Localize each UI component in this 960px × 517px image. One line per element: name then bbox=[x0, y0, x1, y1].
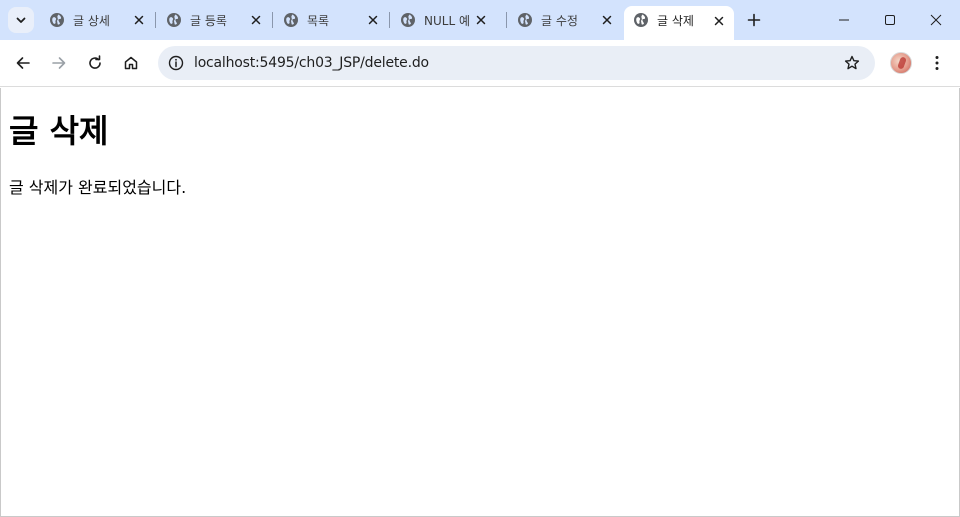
tab-separator bbox=[272, 12, 273, 28]
tab-strip: 글 상세 글 등록 목록 NULL 예 글 수정 글 삭제 bbox=[0, 0, 960, 40]
page-title: 글 삭제 bbox=[9, 112, 109, 150]
close-icon bbox=[134, 15, 144, 25]
new-tab-button[interactable] bbox=[742, 8, 766, 32]
minimize-icon bbox=[839, 19, 849, 21]
tab-close-button[interactable] bbox=[710, 12, 728, 30]
tab-5-active[interactable]: 글 삭제 bbox=[624, 6, 734, 40]
profile-avatar[interactable] bbox=[890, 52, 912, 74]
tab-4[interactable]: 글 수정 bbox=[508, 6, 622, 34]
globe-icon bbox=[401, 13, 415, 27]
address-url[interactable]: localhost:5495/ch03_JSP/delete.do bbox=[194, 55, 429, 71]
navigation-toolbar: localhost:5495/ch03_JSP/delete.do bbox=[0, 40, 960, 87]
tab-title: 목록 bbox=[307, 13, 330, 28]
kebab-menu-icon bbox=[935, 56, 939, 70]
tab-close-button[interactable] bbox=[364, 11, 382, 29]
home-button[interactable] bbox=[118, 50, 144, 76]
globe-icon bbox=[167, 13, 181, 27]
tab-title: 글 수정 bbox=[541, 13, 578, 28]
tab-title: 글 삭제 bbox=[657, 14, 694, 28]
tab-separator bbox=[389, 12, 390, 28]
browser-menu-button[interactable] bbox=[926, 50, 948, 76]
maximize-icon bbox=[885, 15, 895, 25]
plus-icon bbox=[747, 13, 761, 27]
chevron-down-icon bbox=[16, 17, 26, 23]
maximize-button[interactable] bbox=[867, 0, 913, 40]
tab-separator bbox=[155, 12, 156, 28]
tab-close-button[interactable] bbox=[247, 11, 265, 29]
tab-title: NULL 예 bbox=[424, 13, 470, 28]
minimize-button[interactable] bbox=[821, 0, 867, 40]
tab-separator bbox=[506, 12, 507, 28]
arrow-right-icon bbox=[52, 57, 66, 69]
back-button[interactable] bbox=[10, 50, 36, 76]
address-bar[interactable]: localhost:5495/ch03_JSP/delete.do bbox=[158, 46, 875, 80]
globe-icon bbox=[518, 13, 532, 27]
status-message: 글 삭제가 완료되었습니다. bbox=[9, 178, 187, 197]
close-icon bbox=[714, 16, 724, 26]
close-icon bbox=[930, 14, 942, 26]
window-close-button[interactable] bbox=[913, 0, 959, 40]
close-icon bbox=[251, 15, 261, 25]
tab-close-button[interactable] bbox=[598, 11, 616, 29]
tab-1[interactable]: 글 등록 bbox=[157, 6, 271, 34]
info-icon bbox=[168, 55, 184, 71]
globe-icon bbox=[634, 13, 648, 27]
star-icon bbox=[844, 55, 860, 70]
close-icon bbox=[476, 15, 486, 25]
forward-button[interactable] bbox=[46, 50, 72, 76]
arrow-left-icon bbox=[16, 57, 30, 69]
tab-search-button[interactable] bbox=[8, 7, 34, 33]
close-icon bbox=[602, 15, 612, 25]
close-icon bbox=[368, 15, 378, 25]
tab-close-button[interactable] bbox=[472, 11, 490, 29]
site-info-button[interactable] bbox=[164, 51, 188, 75]
page-viewport: 글 삭제 글 삭제가 완료되었습니다. bbox=[0, 88, 960, 517]
tab-title: 글 상세 bbox=[73, 13, 110, 28]
globe-icon bbox=[284, 13, 298, 27]
tab-3[interactable]: NULL 예 bbox=[391, 6, 505, 34]
reload-button[interactable] bbox=[82, 50, 108, 76]
reload-icon bbox=[89, 55, 101, 69]
tab-title: 글 등록 bbox=[190, 13, 227, 28]
home-icon bbox=[124, 56, 138, 70]
tab-0[interactable]: 글 상세 bbox=[40, 6, 154, 34]
globe-icon bbox=[50, 13, 64, 27]
tab-2[interactable]: 목록 bbox=[274, 6, 388, 34]
tab-close-button[interactable] bbox=[130, 11, 148, 29]
bookmark-button[interactable] bbox=[841, 52, 863, 74]
